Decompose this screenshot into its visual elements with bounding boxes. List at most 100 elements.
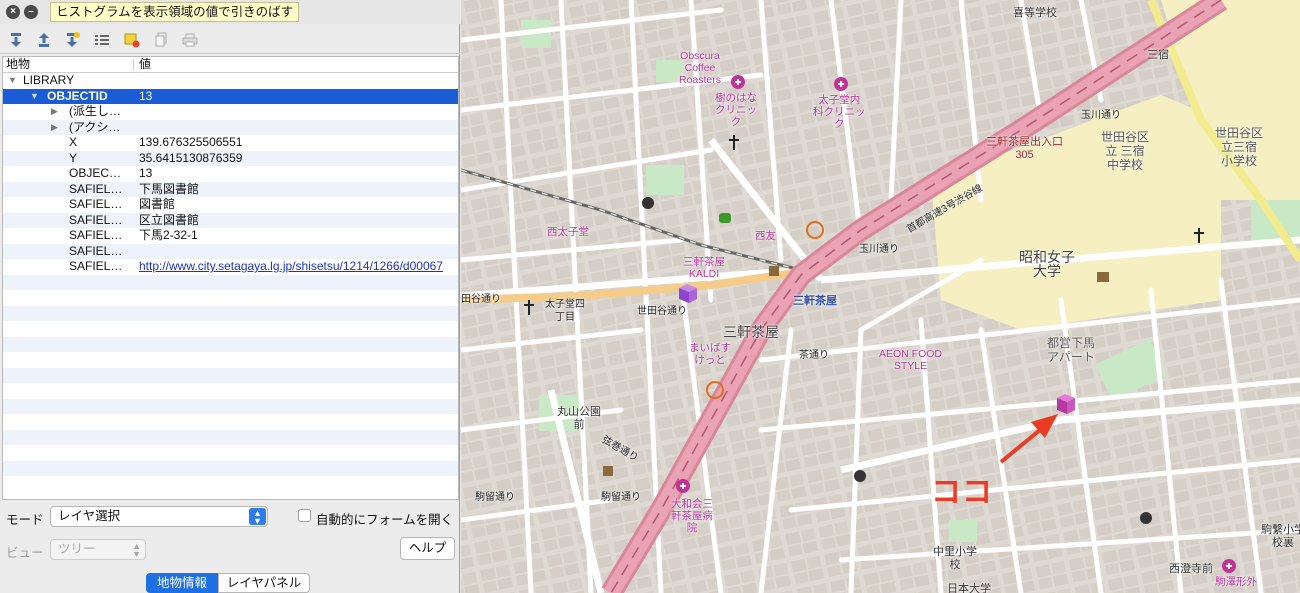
tree-row[interactable]: ▶ (アクシ… [3, 119, 458, 135]
chevron-updown-icon: ▲ ▼ [132, 541, 141, 559]
mode-bar: モード レイヤ選択 ▲ ▼ 自動的にフォームを開く [0, 505, 460, 530]
tree-empty-row [3, 274, 458, 290]
disclosure-closed-icon[interactable]: ▶ [51, 104, 61, 119]
map-label-toei: 都営下馬 アパート [1047, 336, 1096, 364]
tree-row[interactable]: SAFIEL… 下馬2-32-1 [3, 228, 458, 244]
map-label-kaldi: 三軒茶屋 KALDI [683, 256, 725, 280]
mode-select[interactable]: レイヤ選択 ▲ ▼ [50, 506, 268, 527]
map-label-nihon-univ: 日本大学 [947, 583, 991, 593]
map-label-tamagawa2: 玉川通り [859, 244, 899, 255]
tree-row[interactable]: ▼ OBJECTID 13 [3, 88, 458, 104]
mode-select-value: レイヤ選択 [58, 509, 121, 523]
view-select[interactable]: ツリー ▲ ▼ [50, 539, 146, 560]
tree-row-value: 139.676325506551 [139, 135, 243, 149]
map-label-sangenjaya: 三軒茶屋 [723, 324, 779, 340]
tree-row-name: (アクシ… [69, 119, 121, 134]
tree-empty-row [3, 305, 458, 321]
tree-empty-row [3, 290, 458, 306]
tree-row-value: 13 [139, 88, 153, 103]
column-header-value[interactable]: 値 [139, 57, 151, 73]
tree-empty-row [3, 398, 458, 414]
tree-row-value: 13 [139, 166, 153, 180]
tree-empty-row [3, 414, 458, 430]
map-label-aeon: AEON FOOD STYLE [879, 348, 943, 372]
tree-row-value: 下馬図書館 [139, 181, 200, 196]
map-label-chadori: 茶通り [799, 350, 829, 361]
identify-toolbar [0, 26, 460, 54]
print-icon[interactable] [182, 32, 198, 48]
tree-row[interactable]: OBJEC… 13 [3, 166, 458, 182]
tree-empty-row [3, 445, 458, 461]
view-label: ビュー [6, 546, 44, 560]
tree-row-name: SAFIEL… [69, 212, 123, 227]
map-label-setagaya-dori: 世田谷通り [637, 306, 687, 317]
map-label-showa: 昭和女子 大学 [1019, 249, 1075, 279]
tree-row-name: SAFIEL… [69, 259, 123, 273]
tree-row[interactable]: SAFIEL… 図書館 [3, 197, 458, 213]
tree-row-link[interactable]: http://www.city.setagaya.lg.jp/shisetsu/… [139, 259, 458, 274]
view-select-value: ツリー [58, 542, 96, 556]
disclosure-open-icon[interactable]: ▼ [30, 89, 40, 104]
tab-feature-info[interactable]: 地物情報 [146, 573, 218, 593]
tree-row[interactable]: SAFIEL… 下馬図書館 [3, 181, 458, 197]
tree-empty-row [3, 321, 458, 337]
tree-row-value: 区立図書館 [139, 212, 200, 227]
tree-row-name: X [69, 135, 78, 149]
tree-row-name: SAFIEL… [69, 181, 123, 196]
tree-row-name: OBJEC… [69, 166, 122, 180]
chevron-updown-icon: ▲ ▼ [249, 508, 266, 526]
tree-empty-row [3, 460, 458, 476]
tree-row-value: 35.6415130876359 [139, 150, 243, 165]
tree-row[interactable]: ▼ LIBRARY [3, 73, 458, 89]
map-canvas[interactable]: 喜等学校 Obscura Coffee Roasters 樹のはな クリニッ ク… [461, 0, 1300, 593]
column-header-feature[interactable]: 地物 [6, 57, 30, 73]
map-label-komadome-2: 駒留通り [601, 492, 641, 503]
map-label-obscura: Obscura Coffee Roasters [679, 50, 722, 86]
disclosure-closed-icon[interactable]: ▶ [51, 120, 61, 135]
copy-icon[interactable] [154, 32, 170, 48]
tree-row-name: SAFIEL… [69, 243, 123, 258]
map-label-maruyama: 丸山公園 前 [557, 406, 601, 431]
deselect-icon[interactable] [94, 32, 110, 48]
tree-row[interactable]: ▶ (派生し… [3, 104, 458, 120]
tab-layer-panel[interactable]: レイヤパネル [218, 573, 310, 593]
column-divider[interactable] [133, 59, 134, 71]
map-label-setagaya-dori-2: 田谷通り [461, 294, 501, 305]
map-label-nishizumi: 西澄寺前 [1169, 563, 1213, 575]
help-button[interactable]: ヘルプ [400, 537, 455, 560]
tree-row[interactable]: SAFIEL… http://www.city.setagaya.lg.jp/sh… [3, 259, 458, 275]
library-marker [1057, 394, 1075, 414]
collapse-all-icon[interactable] [36, 32, 52, 48]
tree-empty-row [3, 367, 458, 383]
expand-new-icon[interactable] [64, 32, 80, 48]
minimize-icon[interactable]: – [24, 5, 38, 19]
map-label-nishitaishido: 西太子堂 [547, 226, 589, 238]
auto-open-form-checkbox[interactable] [298, 509, 311, 522]
tree-empty-row [3, 476, 458, 492]
expand-all-icon[interactable] [8, 32, 24, 48]
mode-label: モード [6, 513, 44, 527]
map-label-tamagawa1: 玉川通り [1081, 110, 1121, 121]
close-icon[interactable]: × [6, 5, 20, 19]
auto-open-form-label[interactable]: 自動的にフォームを開く [316, 509, 453, 528]
tree-row-name: SAFIEL… [69, 228, 123, 242]
disclosure-open-icon[interactable]: ▼ [8, 73, 18, 88]
map-label-clinic3: 駒澤形外 [1215, 576, 1257, 588]
map-label-setagaya-es: 世田谷区 立三宿 小学校 [1215, 126, 1264, 168]
tree-row-name: (派生し… [69, 104, 121, 118]
tree-row-name: SAFIEL… [69, 197, 123, 211]
map-label-clinic1: 樹のはな クリニッ ク [715, 92, 757, 128]
highlight-icon[interactable] [124, 32, 140, 48]
tree-row-value: 下馬2-32-1 [139, 228, 198, 242]
map-label-station: 三軒茶屋 [793, 295, 837, 307]
tree-row[interactable]: X 139.676325506551 [3, 135, 458, 151]
tree-row[interactable]: SAFIEL… 区立図書館 [3, 212, 458, 228]
tree-row[interactable]: SAFIEL… [3, 243, 458, 259]
map-base [461, 0, 1300, 593]
tooltip: ヒストグラムを表示領域の値で引きのばす [50, 2, 300, 22]
tree-row-name: LIBRARY [23, 73, 75, 87]
map-label-komadome: 駒留通り [475, 492, 515, 503]
tree-row-name: OBJECTID [47, 88, 108, 103]
tree-row-value: 図書館 [139, 197, 176, 211]
tree-row[interactable]: Y 35.6415130876359 [3, 150, 458, 166]
